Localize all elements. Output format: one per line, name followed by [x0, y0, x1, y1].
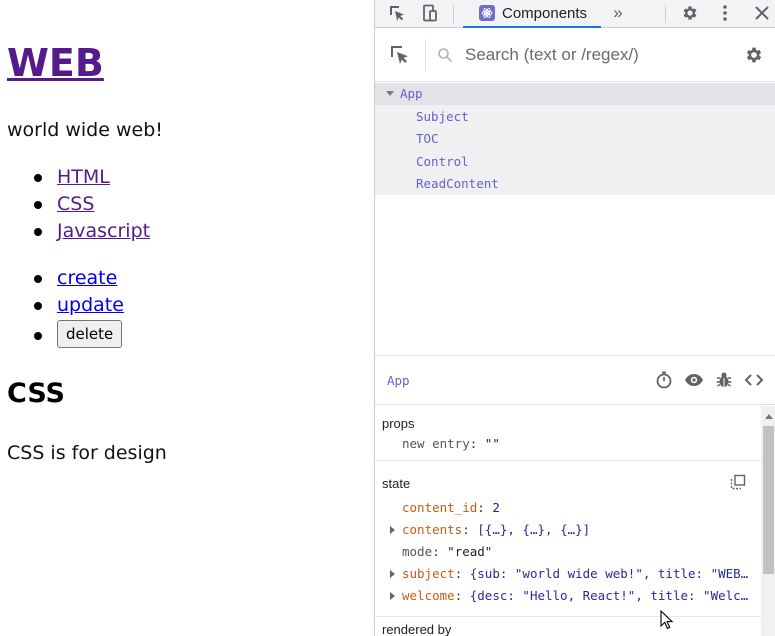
tree-node-readcontent[interactable]: ReadContent: [375, 173, 775, 195]
inspector-scrollbar[interactable]: [761, 406, 775, 636]
props-section-title: props: [382, 416, 415, 431]
collapse-caret-icon[interactable]: [386, 91, 394, 96]
create-link[interactable]: create: [57, 267, 117, 289]
state-row-subject[interactable]: subject: {sub: "world wide web!", title:…: [375, 564, 761, 584]
component-search-bar: [375, 29, 775, 82]
state-row-welcome[interactable]: welcome: {desc: "Hello, React!", title: …: [375, 586, 761, 606]
stopwatch-icon[interactable]: [654, 370, 674, 390]
state-key: mode: [402, 544, 433, 559]
devtools-panel: Components » App Sub: [374, 0, 775, 636]
state-section-title: state: [382, 476, 411, 491]
mouse-cursor-icon: [660, 609, 674, 630]
tab-components-label: Components: [502, 4, 588, 22]
delete-button[interactable]: delete: [57, 320, 123, 348]
bug-icon[interactable]: [714, 370, 734, 390]
tree-node-control[interactable]: Control: [375, 151, 775, 173]
state-value[interactable]: {sub: "world wide web!", title: "WEB…: [470, 566, 748, 581]
tree-node-label: Subject: [416, 109, 469, 124]
inspect-icon[interactable]: [386, 2, 408, 24]
scrollbar-thumb[interactable]: [763, 426, 774, 574]
scroll-up-icon[interactable]: [765, 414, 773, 419]
article-description: CSS is for design: [7, 442, 167, 464]
toc-item: HTML: [0, 165, 150, 192]
search-icon: [437, 47, 453, 63]
toc-link-javascript[interactable]: Javascript: [57, 220, 150, 242]
tab-components[interactable]: Components: [463, 0, 601, 28]
control-item: update: [0, 293, 124, 320]
state-value[interactable]: [{…}, {…}, {…}]: [477, 522, 590, 537]
state-value[interactable]: 2: [492, 500, 500, 515]
close-icon[interactable]: [751, 2, 773, 24]
device-toggle-icon[interactable]: [419, 2, 441, 24]
selected-component-header: App: [375, 355, 775, 405]
site-title-link[interactable]: WEB: [7, 41, 104, 85]
tab-separator: [665, 5, 666, 23]
state-key: contents: [402, 522, 463, 537]
component-settings-icon[interactable]: [744, 45, 764, 65]
more-tabs-icon[interactable]: »: [608, 2, 628, 24]
toc-link-css[interactable]: CSS: [57, 193, 94, 215]
component-inspector: props new entry: "" state content_id: 2 …: [375, 406, 761, 636]
element-picker-icon[interactable]: [389, 44, 411, 66]
state-value[interactable]: {desc: "Hello, React!", title: "Welc…: [470, 588, 748, 603]
state-value[interactable]: "read": [447, 544, 492, 559]
control-item: delete: [0, 320, 124, 348]
tree-node-label: TOC: [416, 131, 439, 146]
state-row-contents[interactable]: contents: [{…}, {…}, {…}]: [375, 520, 761, 540]
search-separator: [425, 39, 426, 71]
expand-arrow-icon[interactable]: [390, 526, 395, 534]
site-title: WEB: [7, 40, 104, 86]
prop-value[interactable]: "": [485, 436, 500, 451]
toc-link-html[interactable]: HTML: [57, 166, 110, 188]
control-item: create: [0, 266, 124, 293]
gear-icon[interactable]: [679, 2, 701, 24]
control-list: create update delete: [0, 266, 124, 348]
update-link[interactable]: update: [57, 294, 124, 316]
section-divider: [375, 616, 761, 617]
selected-component-name: App: [387, 373, 410, 388]
copy-to-clipboard-icon[interactable]: [730, 474, 746, 490]
site-tagline: world wide web!: [7, 119, 163, 141]
tab-separator: [453, 5, 454, 23]
tree-node-label: Control: [416, 154, 469, 169]
state-key: welcome: [402, 588, 455, 603]
tree-node-subject[interactable]: Subject: [375, 106, 775, 128]
section-divider: [375, 460, 761, 461]
toc-item: CSS: [0, 192, 150, 219]
tree-node-label: ReadContent: [416, 176, 499, 191]
component-tree: App Subject TOC Control ReadContent: [375, 83, 775, 195]
toc-list: HTML CSS Javascript: [0, 165, 150, 246]
expand-arrow-icon[interactable]: [390, 592, 395, 600]
state-key: content_id: [402, 500, 478, 515]
tree-node-toc[interactable]: TOC: [375, 128, 775, 150]
eye-icon[interactable]: [684, 370, 704, 390]
tree-node-app[interactable]: App: [375, 83, 775, 105]
expand-arrow-icon[interactable]: [390, 570, 395, 578]
kebab-menu-icon[interactable]: [714, 2, 736, 24]
prop-row[interactable]: new entry: "": [375, 434, 761, 454]
react-icon: [479, 5, 495, 21]
component-search-input[interactable]: [463, 41, 728, 69]
state-row-mode[interactable]: mode: "read": [375, 542, 761, 562]
prop-key: new entry: [402, 436, 470, 451]
page-viewport: WEB world wide web! HTML CSS Javascript …: [0, 0, 374, 636]
toc-item: Javascript: [0, 219, 150, 246]
tree-node-label: App: [400, 86, 423, 101]
code-icon[interactable]: [744, 370, 764, 390]
state-key: subject: [402, 566, 455, 581]
article-title: CSS: [7, 378, 65, 409]
state-row-content-id[interactable]: content_id: 2: [375, 498, 761, 518]
rendered-by-title: rendered by: [382, 622, 452, 636]
devtools-tabbar: Components »: [375, 0, 775, 28]
